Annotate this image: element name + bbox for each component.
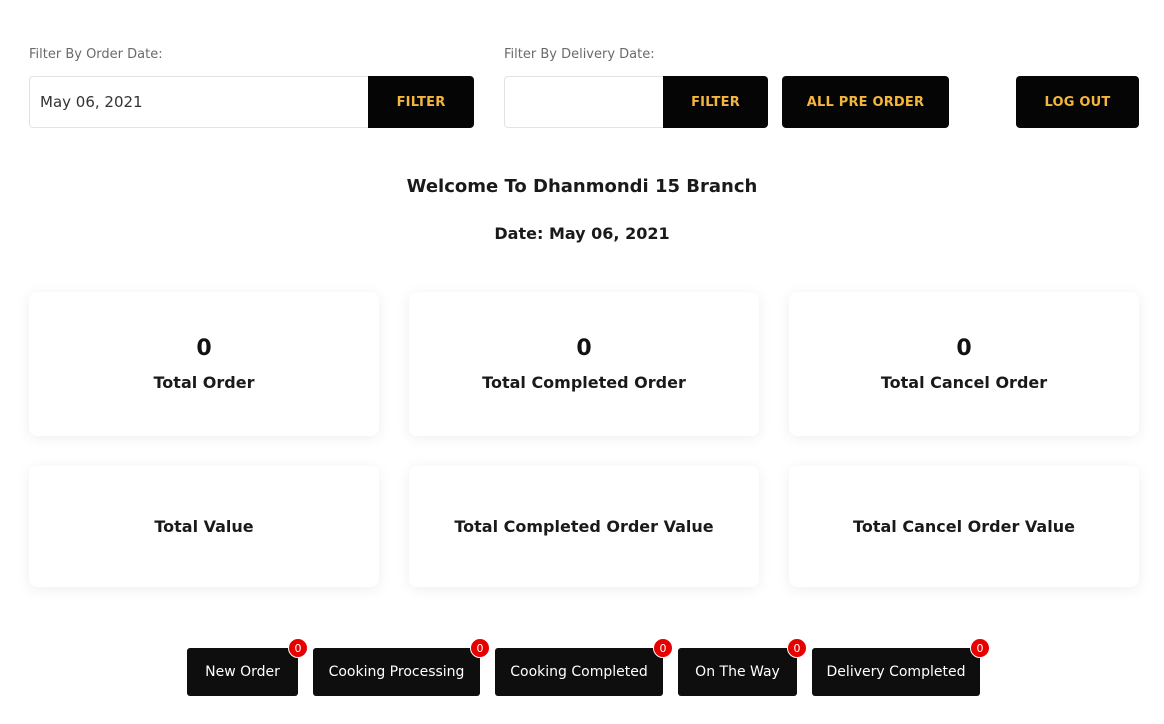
delivery-completed-count-badge: 0 xyxy=(970,638,990,658)
total-order-value: 0 xyxy=(196,336,212,361)
order-date-filter-button[interactable]: FILTER xyxy=(368,76,474,128)
order-date-input[interactable] xyxy=(29,76,369,128)
cooking-processing-label: Cooking Processing xyxy=(328,664,465,680)
total-completed-order-value: 0 xyxy=(576,336,592,361)
total-value-label: Total Value xyxy=(154,517,254,536)
total-order-card: 0 Total Order xyxy=(29,292,379,436)
delivery-date-filter-button[interactable]: FILTER xyxy=(663,76,768,128)
total-cancel-order-value-card: Total Cancel Order Value xyxy=(789,466,1139,587)
cooking-processing-count-badge: 0 xyxy=(470,638,490,658)
on-the-way-count-badge: 0 xyxy=(787,638,807,658)
cooking-completed-count-badge: 0 xyxy=(653,638,673,658)
cooking-completed-label: Cooking Completed xyxy=(510,664,648,680)
date-line: Date: May 06, 2021 xyxy=(494,224,670,243)
delivery-completed-label: Delivery Completed xyxy=(826,664,966,680)
logout-button[interactable]: LOG OUT xyxy=(1016,76,1139,128)
total-cancel-order-value-label: Total Cancel Order Value xyxy=(853,517,1075,536)
total-cancel-order-value: 0 xyxy=(956,336,972,361)
total-cancel-order-card: 0 Total Cancel Order xyxy=(789,292,1139,436)
welcome-title: Welcome To Dhanmondi 15 Branch xyxy=(406,176,758,197)
all-pre-order-button[interactable]: ALL PRE ORDER xyxy=(782,76,949,128)
cooking-completed-button[interactable]: Cooking Completed 0 xyxy=(495,638,673,696)
total-value-card: Total Value xyxy=(29,466,379,587)
total-completed-order-card: 0 Total Completed Order xyxy=(409,292,759,436)
new-order-count-badge: 0 xyxy=(288,638,308,658)
order-date-filter-label: Filter By Order Date: xyxy=(29,47,163,62)
total-completed-order-value-card: Total Completed Order Value xyxy=(409,466,759,587)
total-cancel-order-label: Total Cancel Order xyxy=(880,373,1048,392)
total-completed-order-label: Total Completed Order xyxy=(482,373,686,392)
new-order-button[interactable]: New Order 0 xyxy=(187,638,308,696)
on-the-way-button[interactable]: On The Way 0 xyxy=(678,638,807,696)
on-the-way-label: On The Way xyxy=(695,664,780,680)
total-order-label: Total Order xyxy=(153,373,255,392)
delivery-date-input[interactable] xyxy=(504,76,664,128)
delivery-date-filter-label: Filter By Delivery Date: xyxy=(504,47,655,62)
total-completed-order-value-label: Total Completed Order Value xyxy=(454,517,714,536)
new-order-label: New Order xyxy=(205,664,280,680)
delivery-completed-button[interactable]: Delivery Completed 0 xyxy=(812,638,990,696)
cooking-processing-button[interactable]: Cooking Processing 0 xyxy=(313,638,490,696)
